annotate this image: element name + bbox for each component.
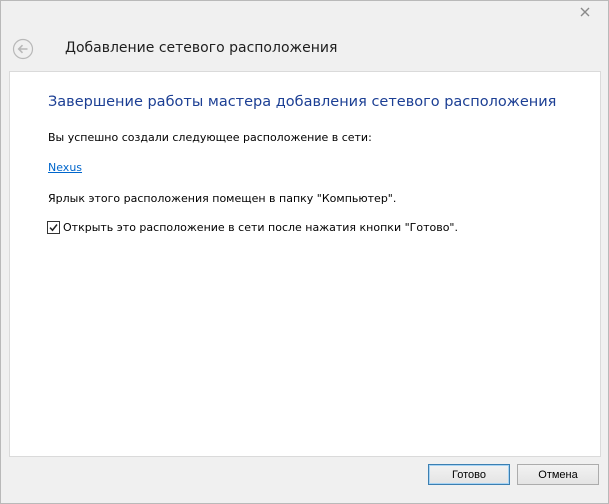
wizard-footer: Готово Отмена: [1, 456, 608, 503]
title-bar: [1, 1, 608, 31]
wizard-title: Добавление сетевого расположения: [65, 40, 338, 56]
open-location-checkbox[interactable]: [47, 221, 60, 234]
location-link[interactable]: Nexus: [48, 161, 82, 174]
finish-button[interactable]: Готово: [428, 464, 510, 485]
cancel-button[interactable]: Отмена: [517, 464, 599, 485]
wizard-content: Завершение работы мастера добавления сет…: [9, 71, 601, 457]
wizard-window: Добавление сетевого расположения Заверше…: [0, 0, 609, 504]
open-location-checkbox-label: Открыть это расположение в сети после на…: [63, 221, 458, 234]
close-button[interactable]: [568, 2, 602, 22]
shortcut-text: Ярлык этого расположения помещен в папку…: [48, 192, 397, 205]
wizard-header: Добавление сетевого расположения: [1, 31, 608, 71]
open-location-checkbox-row[interactable]: Открыть это расположение в сети после на…: [47, 221, 458, 234]
success-text: Вы успешно создали следующее расположени…: [48, 131, 372, 144]
close-icon: [580, 7, 590, 17]
back-button[interactable]: [12, 38, 34, 60]
page-heading: Завершение работы мастера добавления сет…: [48, 94, 557, 110]
checkmark-icon: [49, 224, 58, 232]
back-arrow-icon: [12, 38, 34, 60]
